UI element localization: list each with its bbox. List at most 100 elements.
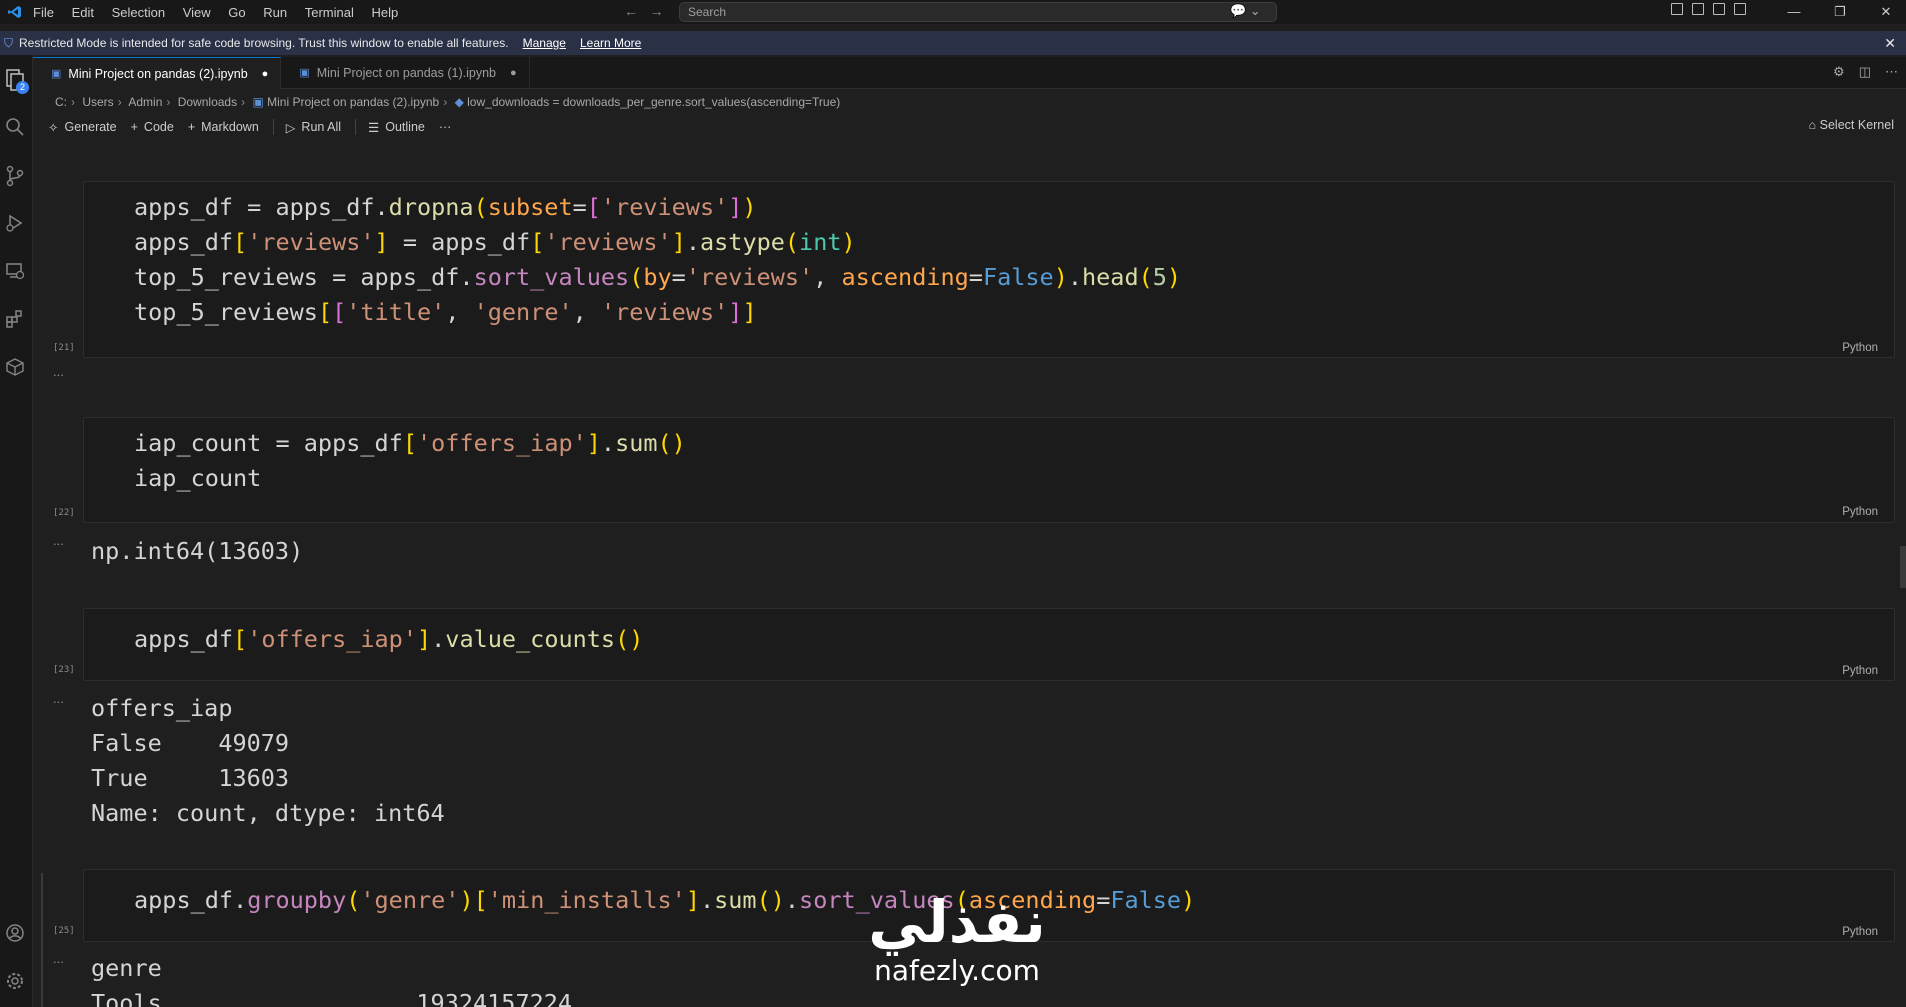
cell-symbol-icon: ◆: [454, 95, 464, 109]
output-line: offers_iap: [91, 694, 233, 722]
minimize-icon[interactable]: —: [1771, 0, 1817, 24]
notebook-editor: apps_df = apps_df.dropna(subset=['review…: [33, 138, 1906, 1007]
cell-source[interactable]: iap_count = apps_df['offers_iap'].sum() …: [134, 426, 686, 496]
breadcrumb-users[interactable]: Users: [82, 95, 113, 109]
cell-output: genre Tools 19324157224: [91, 951, 572, 1007]
code-label: Code: [143, 120, 174, 134]
search-icon[interactable]: [4, 117, 26, 139]
sparkle-icon: ✧: [48, 120, 59, 135]
nafezly-watermark: نفذلي nafezly.com: [842, 890, 1072, 1007]
code-cell[interactable]: apps_df = apps_df.dropna(subset=['review…: [83, 181, 1895, 358]
code-cell[interactable]: iap_count = apps_df['offers_iap'].sum() …: [83, 417, 1895, 523]
scrollbar-thumb[interactable]: [1900, 546, 1906, 588]
notebook-toolbar: ✧ Generate + Code + Markdown ▷ Run All ☰ Outl…: [48, 117, 465, 137]
notebook-file-icon: ▣: [51, 68, 62, 80]
extensions-icon[interactable]: [4, 309, 26, 331]
toolbar-divider: [355, 119, 357, 135]
tab-notebook-2[interactable]: ▣ Mini Project on pandas (2).ipynb ●: [33, 57, 282, 89]
output-ellipsis[interactable]: ...: [53, 364, 64, 379]
cell-source[interactable]: apps_df = apps_df.dropna(subset=['review…: [134, 190, 1181, 330]
run-all-icon: ▷: [285, 120, 296, 135]
cell-language[interactable]: Python: [1842, 926, 1878, 938]
menu-go[interactable]: Go: [228, 5, 245, 20]
generate-label: Generate: [64, 120, 117, 134]
cell-language[interactable]: Python: [1842, 342, 1878, 354]
output-ellipsis[interactable]: ...: [53, 691, 64, 706]
unsaved-dot-icon[interactable]: ●: [510, 67, 517, 79]
execution-count: [22]: [53, 508, 75, 518]
breadcrumb-cell[interactable]: low_downloads = downloads_per_genre.sort…: [467, 95, 840, 109]
select-kernel-button[interactable]: ⌂ Select Kernel: [1809, 118, 1894, 132]
learn-more-link[interactable]: Learn More: [580, 36, 641, 50]
menu-edit[interactable]: Edit: [72, 5, 94, 20]
run-all-button[interactable]: ▷ Run All: [286, 120, 341, 135]
editor-settings-gear-icon[interactable]: ⚙: [1833, 64, 1845, 80]
activity-bar: 2: [0, 55, 33, 1007]
breadcrumb-downloads[interactable]: Downloads: [178, 95, 237, 109]
menu-run[interactable]: Run: [263, 5, 287, 20]
run-debug-icon[interactable]: [4, 213, 26, 235]
source-control-icon[interactable]: [4, 165, 26, 187]
plus-icon: +: [187, 120, 196, 134]
watermark-latin: nafezly.com: [874, 954, 1040, 987]
more-toolbar-button[interactable]: ···: [439, 120, 452, 134]
packages-icon[interactable]: [4, 357, 26, 379]
toggle-secondary-sidebar-icon[interactable]: [1734, 3, 1746, 15]
tab-label: Mini Project on pandas (2).ipynb: [68, 66, 248, 81]
cell-output: offers_iap False 49079 True 13603 Name: cou…: [91, 691, 445, 831]
watermark-arabic: نفذلي: [868, 888, 1047, 956]
split-editor-icon[interactable]: ◫: [1859, 64, 1871, 80]
toggle-panel-icon[interactable]: [1713, 3, 1725, 15]
add-code-button[interactable]: + Code: [131, 120, 174, 134]
code-cell[interactable]: apps_df['offers_iap'].value_counts() Pyt…: [83, 608, 1895, 681]
outline-label: Outline: [385, 120, 425, 134]
cell-source[interactable]: apps_df['offers_iap'].value_counts(): [134, 622, 643, 657]
add-markdown-button[interactable]: + Markdown: [188, 120, 259, 134]
output-line: genre: [91, 954, 162, 982]
breadcrumb-file[interactable]: Mini Project on pandas (2).ipynb: [267, 95, 439, 109]
execution-count: [25]: [53, 926, 75, 936]
notebook-file-icon: ▣: [252, 95, 264, 109]
cell-language[interactable]: Python: [1842, 665, 1878, 677]
remote-explorer-icon[interactable]: [4, 261, 26, 283]
menu-help[interactable]: Help: [372, 5, 399, 20]
outline-button[interactable]: ☰ Outline: [368, 120, 425, 135]
close-window-icon[interactable]: ✕: [1863, 0, 1906, 24]
menu-file[interactable]: File: [33, 5, 54, 20]
tab-label: Mini Project on pandas (1).ipynb: [316, 65, 496, 80]
tab-notebook-1[interactable]: ▣ Mini Project on pandas (1).ipynb ●: [281, 57, 530, 88]
search-input[interactable]: Search: [679, 2, 1277, 22]
editor-actions: ⚙ ◫ ⋯: [1833, 64, 1898, 80]
output-ellipsis[interactable]: ...: [53, 533, 64, 548]
select-kernel-label: Select Kernel: [1819, 118, 1894, 132]
restricted-mode-banner: ⛉ Restricted Mode is intended for safe c…: [0, 31, 1906, 55]
menu-terminal[interactable]: Terminal: [305, 5, 354, 20]
accounts-icon[interactable]: [4, 923, 26, 945]
menu-selection[interactable]: Selection: [112, 5, 165, 20]
settings-gear-icon[interactable]: [4, 971, 26, 993]
cell-output: np.int64(13603): [91, 537, 304, 565]
manage-link[interactable]: Manage: [523, 36, 566, 50]
execution-count: [21]: [53, 343, 75, 353]
forward-arrow-icon[interactable]: →: [650, 3, 664, 19]
close-banner-icon[interactable]: ✕: [1884, 35, 1896, 52]
output-ellipsis[interactable]: ...: [53, 951, 64, 966]
markdown-label: Markdown: [201, 120, 259, 134]
breadcrumb-drive[interactable]: C:: [55, 95, 67, 109]
menu-view[interactable]: View: [183, 5, 211, 20]
breadcrumb-admin[interactable]: Admin: [128, 95, 162, 109]
restore-icon[interactable]: ❐: [1817, 0, 1863, 24]
toggle-sidebar-icon[interactable]: [1692, 3, 1704, 15]
unsaved-dot-icon[interactable]: ●: [262, 68, 269, 80]
generate-button[interactable]: ✧ Generate: [48, 120, 117, 135]
layout-controls: [1671, 3, 1746, 15]
breadcrumb: C: › Users › Admin › Downloads › ▣ Mini Proj…: [55, 95, 841, 109]
cell-language[interactable]: Python: [1842, 506, 1878, 518]
toolbar-divider: [272, 119, 274, 135]
editor-tabs: ▣ Mini Project on pandas (2).ipynb ● ▣ M…: [33, 57, 1906, 89]
more-actions-icon[interactable]: ⋯: [1885, 64, 1898, 80]
output-line: Name: count, dtype: int64: [91, 799, 445, 827]
customize-layout-icon[interactable]: [1671, 3, 1683, 15]
copilot-icon[interactable]: 💬 ⌄: [1230, 3, 1261, 19]
back-arrow-icon[interactable]: ←: [624, 3, 638, 19]
